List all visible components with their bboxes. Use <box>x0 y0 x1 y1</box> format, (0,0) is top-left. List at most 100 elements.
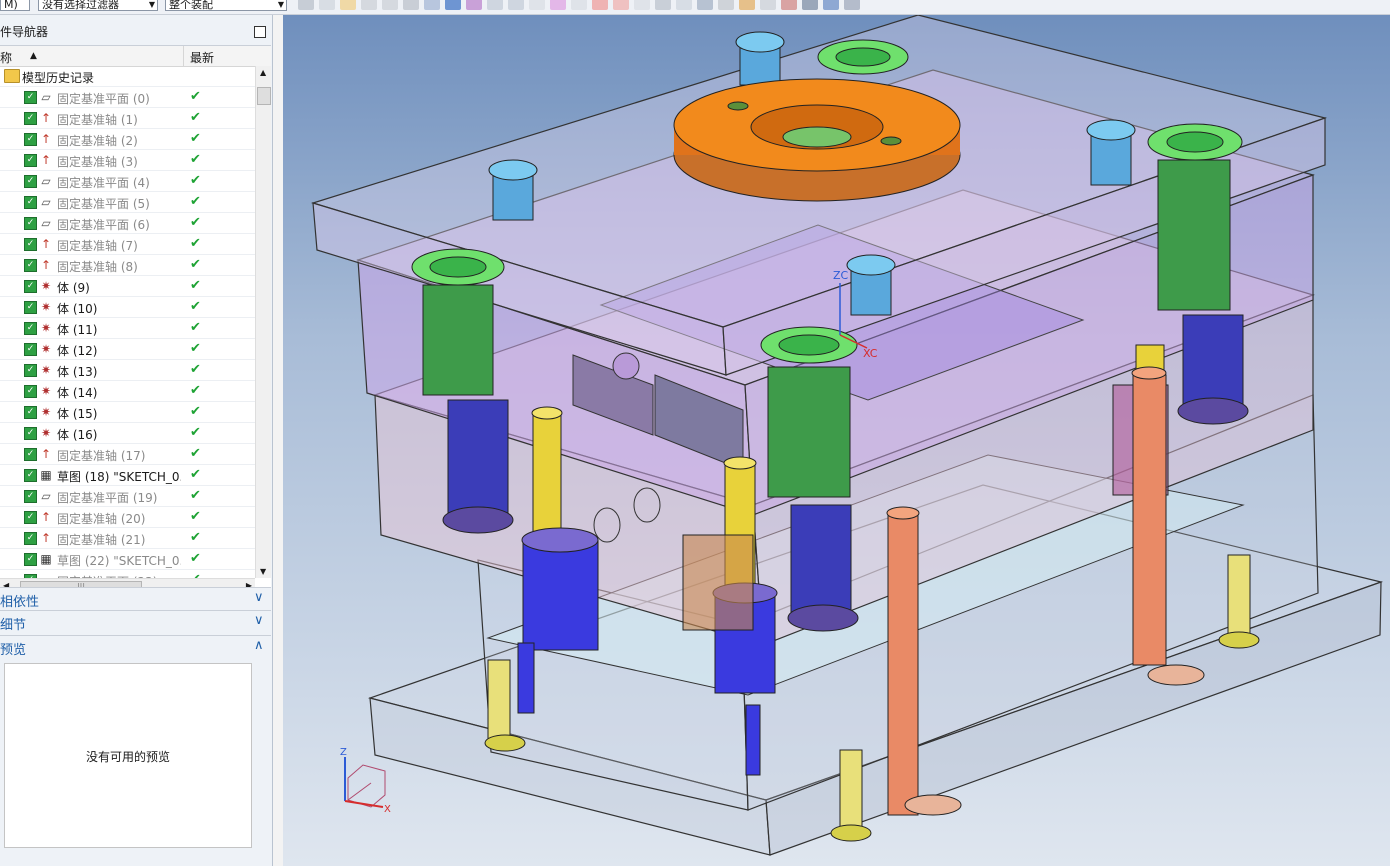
guide-pillar-back[interactable] <box>817 39 909 75</box>
endpoint-snap-icon[interactable] <box>508 0 524 10</box>
point-snap-icon[interactable] <box>466 0 482 10</box>
visibility-checkbox[interactable]: ✓ <box>24 427 37 440</box>
center-snap-icon[interactable] <box>592 0 608 10</box>
column-header-name[interactable]: 称 <box>0 49 12 66</box>
preview-section[interactable]: 预览 ∧ <box>0 635 271 658</box>
chevron-down-icon[interactable]: ∨ <box>254 613 264 628</box>
box-select-icon[interactable] <box>403 0 419 10</box>
tree-row[interactable]: ✓ ▱ 固定基准平面 (0) ✔ <box>0 87 255 108</box>
tree-row[interactable]: ✓ ▦ 草图 (22) "SKETCH_0... ✔ <box>0 549 255 570</box>
visibility-checkbox[interactable]: ✓ <box>24 133 37 146</box>
existing-point-icon[interactable] <box>634 0 650 10</box>
tree-row[interactable]: ✓ ↑ 固定基准轴 (8) ✔ <box>0 255 255 276</box>
graphics-viewport[interactable]: ZC XC Z X <box>283 15 1390 866</box>
more-tools-icon[interactable] <box>844 0 860 10</box>
visibility-checkbox[interactable]: ✓ <box>24 553 37 566</box>
midpoint-snap-icon[interactable] <box>550 0 566 10</box>
visibility-checkbox[interactable]: ✓ <box>24 154 37 167</box>
chevron-down-icon[interactable]: ∨ <box>254 590 264 605</box>
select-similar-icon[interactable] <box>319 0 335 10</box>
locating-ring[interactable] <box>673 78 961 202</box>
scroll-up-icon[interactable]: ▲ <box>260 68 266 77</box>
panel-maximize-icon[interactable] <box>254 26 266 38</box>
column-divider[interactable] <box>183 46 184 66</box>
analysis-icon[interactable] <box>739 0 755 10</box>
tree-row[interactable]: ✓ ✷ 体 (16) ✔ <box>0 423 255 444</box>
face-point-icon[interactable] <box>676 0 692 10</box>
scroll-down-icon[interactable]: ▼ <box>260 567 266 576</box>
return-pin-1[interactable] <box>531 406 563 536</box>
tree-row[interactable]: ✓ ✷ 体 (13) ✔ <box>0 360 255 381</box>
visibility-checkbox[interactable]: ✓ <box>24 385 37 398</box>
move-icon[interactable] <box>361 0 377 10</box>
chevron-up-icon[interactable]: ∧ <box>254 638 264 653</box>
visibility-checkbox[interactable]: ✓ <box>24 196 37 209</box>
tree-root-item[interactable]: 模型历史记录 <box>0 66 255 87</box>
visibility-checkbox[interactable]: ✓ <box>24 490 37 503</box>
visibility-checkbox[interactable]: ✓ <box>24 238 37 251</box>
tree-row[interactable]: ✓ ✷ 体 (9) ✔ <box>0 276 255 297</box>
socket-screw-3[interactable] <box>1086 119 1136 186</box>
tree-row[interactable]: ✓ ▱ 固定基准平面 (5) ✔ <box>0 192 255 213</box>
tree-row[interactable]: ✓ ↑ 固定基准轴 (17) ✔ <box>0 444 255 465</box>
assembly-scope-dropdown[interactable]: 整个装配 ▼ <box>165 0 287 11</box>
tree-row[interactable]: ✓ ✷ 体 (12) ✔ <box>0 339 255 360</box>
details-section[interactable]: 细节 ∨ <box>0 610 271 633</box>
visibility-checkbox[interactable]: ✓ <box>24 469 37 482</box>
selection-filter-dropdown[interactable]: 没有选择过滤器 ▼ <box>38 0 158 11</box>
visibility-checkbox[interactable]: ✓ <box>24 364 37 377</box>
curve-point-icon[interactable] <box>655 0 671 10</box>
tree-row[interactable]: ✓ ✷ 体 (10) ✔ <box>0 297 255 318</box>
visibility-checkbox[interactable]: ✓ <box>24 112 37 125</box>
socket-screw-1[interactable] <box>488 159 538 221</box>
quadrant-snap-icon[interactable] <box>613 0 629 10</box>
mold-assembly-model[interactable]: ZC XC Z X <box>283 15 1390 866</box>
visibility-checkbox[interactable]: ✓ <box>24 511 37 524</box>
line-snap-icon[interactable] <box>487 0 503 10</box>
arc-snap-icon[interactable] <box>529 0 545 10</box>
tree-row[interactable]: ✓ ↑ 固定基准轴 (1) ✔ <box>0 108 255 129</box>
column-header-latest[interactable]: 最新 <box>190 49 214 66</box>
intersection-snap-icon[interactable] <box>571 0 587 10</box>
visibility-checkbox[interactable]: ✓ <box>24 532 37 545</box>
tree-row[interactable]: ✓ ↑ 固定基准轴 (20) ✔ <box>0 507 255 528</box>
ejector-pin-3[interactable] <box>682 534 754 631</box>
tree-row[interactable]: ✓ ✷ 体 (15) ✔ <box>0 402 255 423</box>
visibility-checkbox[interactable]: ✓ <box>24 406 37 419</box>
solid-body-icon[interactable] <box>424 0 440 10</box>
tree-row[interactable]: ✓ ▱ 固定基准平面 (4) ✔ <box>0 171 255 192</box>
vertical-scrollbar[interactable]: ▲ ▼ <box>255 66 271 578</box>
tree-row[interactable]: ✓ ✷ 体 (14) ✔ <box>0 381 255 402</box>
tree-row[interactable]: ✓ ↑ 固定基准轴 (3) ✔ <box>0 150 255 171</box>
scroll-thumb[interactable] <box>257 87 271 105</box>
visibility-checkbox[interactable]: ✓ <box>24 448 37 461</box>
tree-row[interactable]: ✓ ✷ 体 (11) ✔ <box>0 318 255 339</box>
visibility-checkbox[interactable]: ✓ <box>24 91 37 104</box>
sheet-body-icon[interactable] <box>445 0 461 10</box>
tree-row[interactable]: ✓ ▱ 固定基准平面 (6) ✔ <box>0 213 255 234</box>
visibility-checkbox[interactable]: ✓ <box>24 259 37 272</box>
tree-row[interactable]: ✓ ↑ 固定基准轴 (2) ✔ <box>0 129 255 150</box>
socket-screw-2[interactable] <box>735 31 785 86</box>
undo-icon[interactable] <box>760 0 776 10</box>
dependencies-section[interactable]: 相依性 ∨ <box>0 587 271 610</box>
visibility-checkbox[interactable]: ✓ <box>24 343 37 356</box>
tree-row[interactable]: ✓ ▱ 固定基准平面 (19) ✔ <box>0 486 255 507</box>
visibility-checkbox[interactable]: ✓ <box>24 280 37 293</box>
render-style-icon[interactable] <box>823 0 839 10</box>
tree-row[interactable]: ✓ ↑ 固定基准轴 (7) ✔ <box>0 234 255 255</box>
grid-icon[interactable] <box>781 0 797 10</box>
spring-1[interactable] <box>521 527 599 651</box>
measure-icon[interactable] <box>718 0 734 10</box>
visibility-checkbox[interactable]: ✓ <box>24 217 37 230</box>
menu-button[interactable]: M) <box>0 0 30 11</box>
socket-screw-4[interactable] <box>846 254 896 316</box>
tree-row[interactable]: ✓ ▦ 草图 (18) "SKETCH_0... ✔ <box>0 465 255 486</box>
view-orientation-icon[interactable] <box>802 0 818 10</box>
assembly-icon[interactable] <box>697 0 713 10</box>
visibility-checkbox[interactable]: ✓ <box>24 322 37 335</box>
cursor-icon[interactable] <box>382 0 398 10</box>
select-icon[interactable] <box>298 0 314 10</box>
tree-row[interactable]: ✓ ↑ 固定基准轴 (21) ✔ <box>0 528 255 549</box>
visibility-checkbox[interactable]: ✓ <box>24 301 37 314</box>
